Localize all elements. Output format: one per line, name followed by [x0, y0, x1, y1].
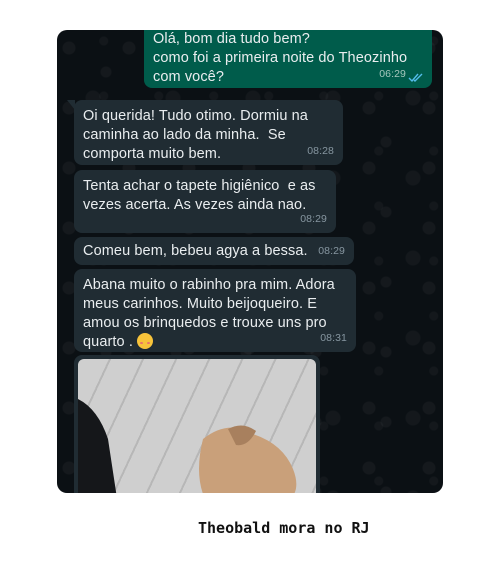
bubble-tail	[67, 100, 75, 110]
message-time: 08:29	[318, 245, 345, 257]
message-text-content: Abana muito o rabinho pra mim. Adora meu…	[83, 277, 335, 350]
message-incoming[interactable]: Abana muito o rabinho pra mim. Adora meu…	[74, 269, 356, 352]
message-incoming[interactable]: Tenta achar o tapete higiênico e as veze…	[74, 170, 336, 233]
double-check-read-icon	[408, 73, 423, 83]
dog-photo-illustration	[78, 399, 297, 493]
story-caption: Theobald mora no RJ	[194, 516, 374, 540]
message-time: 08:28	[307, 145, 334, 157]
message-text: Comeu bem, bebeu agya a bessa.	[83, 243, 308, 259]
image-message[interactable]	[74, 355, 320, 493]
message-text: Oi querida! Tudo otimo. Dormiu na caminh…	[83, 108, 308, 162]
message-incoming[interactable]: Comeu bem, bebeu agya a bessa. 08:29	[74, 237, 354, 265]
message-text: Tenta achar o tapete higiênico e as veze…	[83, 178, 316, 213]
message-incoming[interactable]: Oi querida! Tudo otimo. Dormiu na caminh…	[67, 100, 343, 165]
message-text: Abana muito o rabinho pra mim. Adora meu…	[83, 276, 346, 352]
message-time: 08:29	[300, 213, 327, 225]
message-time: 06:29	[379, 68, 406, 80]
smiling-face-with-hearts-emoji	[137, 333, 154, 349]
dog-photo[interactable]	[78, 359, 316, 493]
chat-screenshot: Olá, bom dia tudo bem? como foi a primei…	[57, 30, 443, 493]
message-outgoing[interactable]: Olá, bom dia tudo bem? como foi a primei…	[144, 30, 432, 88]
message-time: 08:31	[320, 332, 347, 344]
